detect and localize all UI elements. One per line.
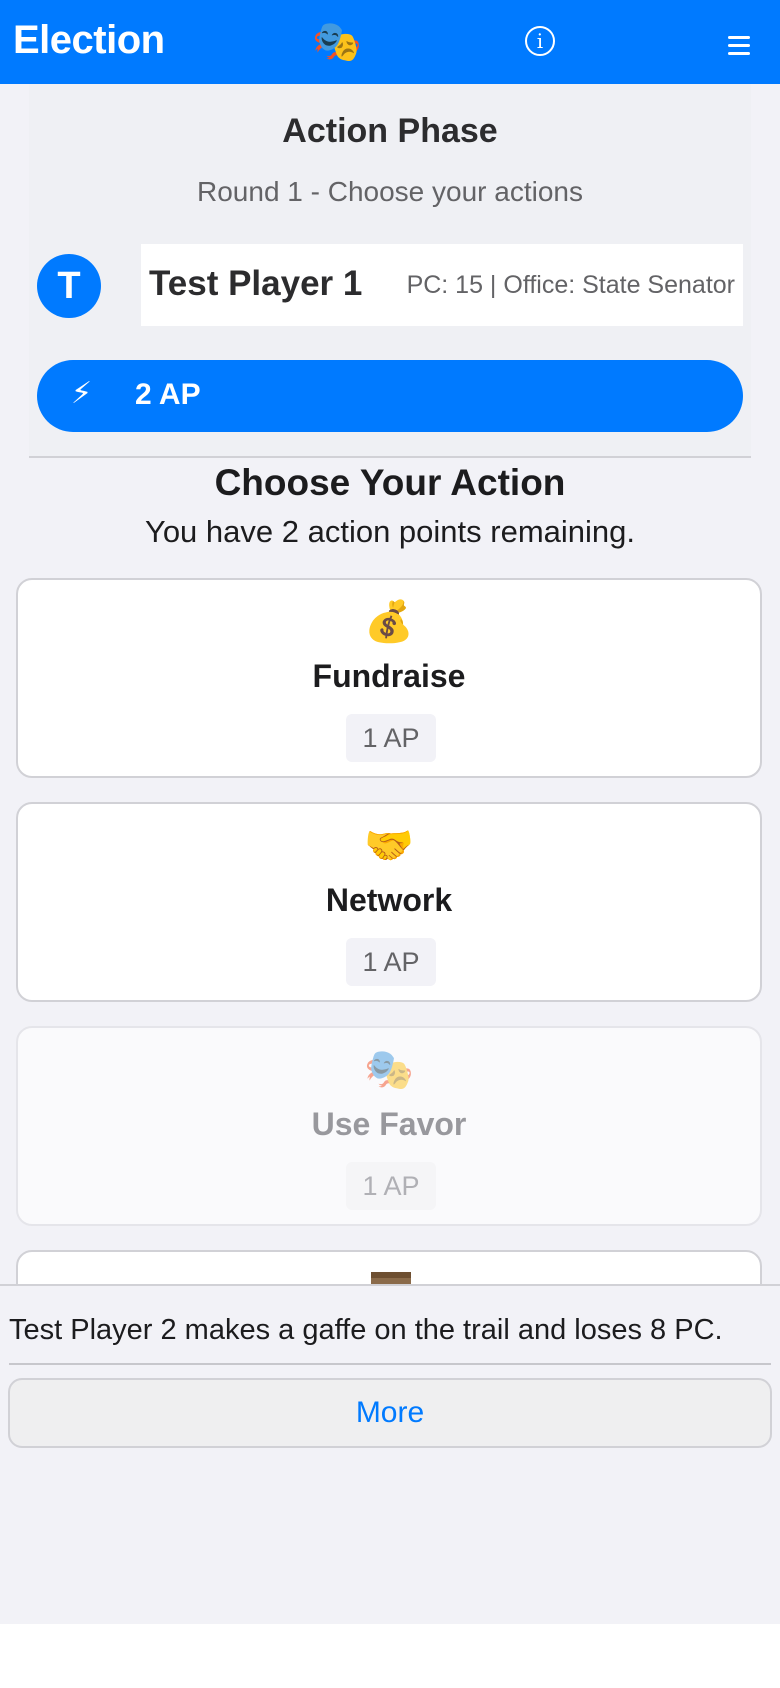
news-message: Test Player 2 makes a gaffe on the trail… bbox=[9, 1314, 723, 1346]
action-card-network[interactable]: 🤝 Network 1 AP bbox=[16, 802, 762, 1002]
action-points-label: 2 AP bbox=[135, 378, 201, 411]
action-cost-badge: 1 AP bbox=[346, 714, 436, 762]
action-card-fundraise[interactable]: 💰 Fundraise 1 AP bbox=[16, 578, 762, 778]
action-label: Network bbox=[325, 882, 453, 918]
divider bbox=[9, 1363, 771, 1365]
handshake-icon: 🤝 bbox=[364, 824, 414, 868]
app-title: Election bbox=[13, 18, 165, 62]
theater-masks-icon: 🎭 bbox=[364, 1048, 414, 1092]
actions-section-title: Choose Your Action bbox=[214, 462, 566, 503]
info-icon[interactable]: i bbox=[525, 26, 555, 56]
money-bag-icon: 💰 bbox=[364, 600, 414, 644]
action-points-bar: ⚡ 2 AP bbox=[37, 360, 743, 432]
player-card: Test Player 1 PC: 15 | Office: State Sen… bbox=[141, 244, 743, 326]
more-button[interactable]: More bbox=[8, 1378, 772, 1448]
phase-subtitle: Round 1 - Choose your actions bbox=[197, 176, 583, 207]
action-cost-badge: 1 AP bbox=[346, 1162, 436, 1210]
lightning-icon: ⚡ bbox=[71, 377, 93, 410]
actions-section-subtitle: You have 2 action points remaining. bbox=[144, 514, 636, 549]
action-cost-badge: 1 AP bbox=[346, 938, 436, 986]
action-label: Fundraise bbox=[312, 658, 466, 694]
bottom-area bbox=[0, 1624, 780, 1688]
player-stats: PC: 15 | Office: State Senator bbox=[406, 271, 735, 299]
news-panel: Test Player 2 makes a gaffe on the trail… bbox=[0, 1284, 780, 1626]
phase-panel: Action Phase Round 1 - Choose your actio… bbox=[29, 84, 751, 458]
hamburger-menu-icon[interactable] bbox=[728, 36, 750, 60]
player-avatar: T bbox=[37, 254, 101, 318]
action-label: Use Favor bbox=[311, 1106, 467, 1142]
top-bar: Election 🎭 i bbox=[0, 0, 780, 84]
theater-masks-icon: 🎭 bbox=[312, 20, 362, 64]
player-name: Test Player 1 bbox=[149, 264, 363, 303]
phase-title: Action Phase bbox=[282, 112, 498, 150]
action-card-use-favor[interactable]: 🎭 Use Favor 1 AP bbox=[16, 1026, 762, 1226]
